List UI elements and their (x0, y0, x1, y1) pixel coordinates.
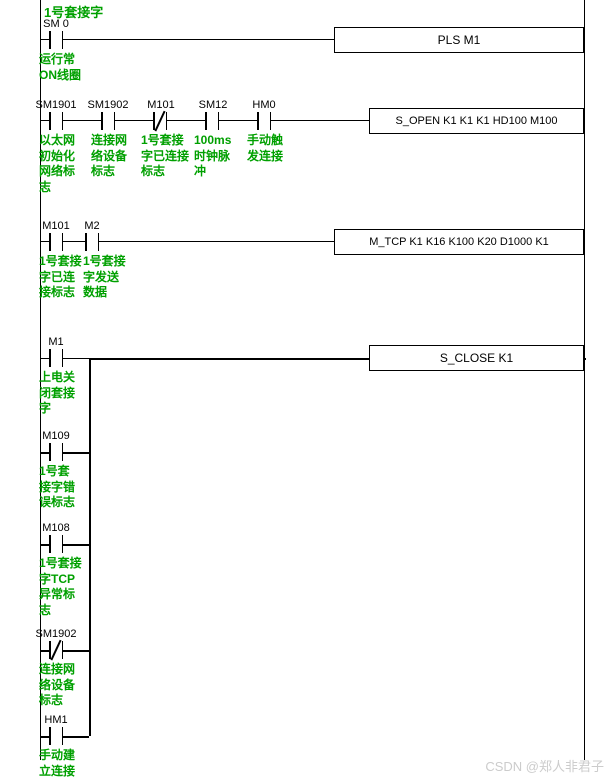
contact-address: SM1902 (85, 99, 131, 111)
contact-description: 上电关 闭套接 字 (39, 370, 79, 417)
rung-3: M101 1号套接 字已连 接标志 M2 1号套接 字发送 数据 M_TCP K… (41, 241, 584, 242)
contact-description: 1号套接 字TCP 异常标 志 (39, 556, 83, 618)
contact (49, 535, 63, 553)
contact-address: M101 (141, 99, 181, 111)
contact-description: 100ms 时钟脉 冲 (194, 133, 236, 180)
contact-address: HM1 (39, 714, 73, 726)
rung-1: SM 0 运行常 ON线圈 PLS M1 (41, 39, 584, 40)
contact (49, 31, 63, 49)
contact-address: M1 (43, 336, 69, 348)
contact-nc (49, 641, 63, 659)
output-box: S_CLOSE K1 (369, 345, 584, 371)
contact-address: HM0 (247, 99, 281, 111)
contact (49, 443, 63, 461)
ladder-diagram: SM 0 运行常 ON线圈 PLS M1 SM1901 以太网 初始化 网络标 … (40, 0, 585, 760)
watermark: CSDN @郑人非君子 (485, 756, 604, 775)
output-box: PLS M1 (334, 27, 584, 53)
contact-description: 连接网 络设备 标志 (39, 662, 79, 709)
contact (49, 233, 63, 251)
contact-description: 以太网 初始化 网络标 志 (39, 133, 81, 195)
contact (49, 349, 63, 367)
contact (205, 112, 219, 130)
contact-address: SM1902 (33, 628, 79, 640)
contact-description: 1号套接 字发送 数据 (83, 254, 127, 301)
contact (49, 112, 63, 130)
contact-description: 手动触 发连接 (247, 133, 289, 164)
contact-description: 1号套 接字错 误标志 (39, 464, 75, 511)
output-box: M_TCP K1 K16 K100 K20 D1000 K1 (334, 229, 584, 255)
contact-description: 1号套接 字已连接 标志 (141, 133, 193, 180)
contact-address: M101 (39, 220, 73, 232)
contact (257, 112, 271, 130)
contact (101, 112, 115, 130)
rung-2: SM1901 以太网 初始化 网络标 志 SM1902 连接网 络设备 标志 M… (41, 120, 584, 121)
contact-address: M109 (39, 430, 73, 442)
contact-address: SM 0 (39, 18, 73, 30)
contact-description: 连接网 络设备 标志 (91, 133, 133, 180)
contact-address: M2 (79, 220, 105, 232)
contact (49, 727, 63, 745)
contact-nc (153, 112, 167, 130)
contact-description: 1号套接 字已连 接标志 (39, 254, 83, 301)
contact-address: SM1901 (33, 99, 79, 111)
output-box: S_OPEN K1 K1 K1 HD100 M100 (369, 108, 584, 134)
contact-address: SM12 (193, 99, 233, 111)
contact-description: 运行常 ON线圈 (39, 52, 83, 83)
contact (85, 233, 99, 251)
contact-address: M108 (39, 522, 73, 534)
contact-description: 手动建 立连接 (39, 748, 79, 779)
